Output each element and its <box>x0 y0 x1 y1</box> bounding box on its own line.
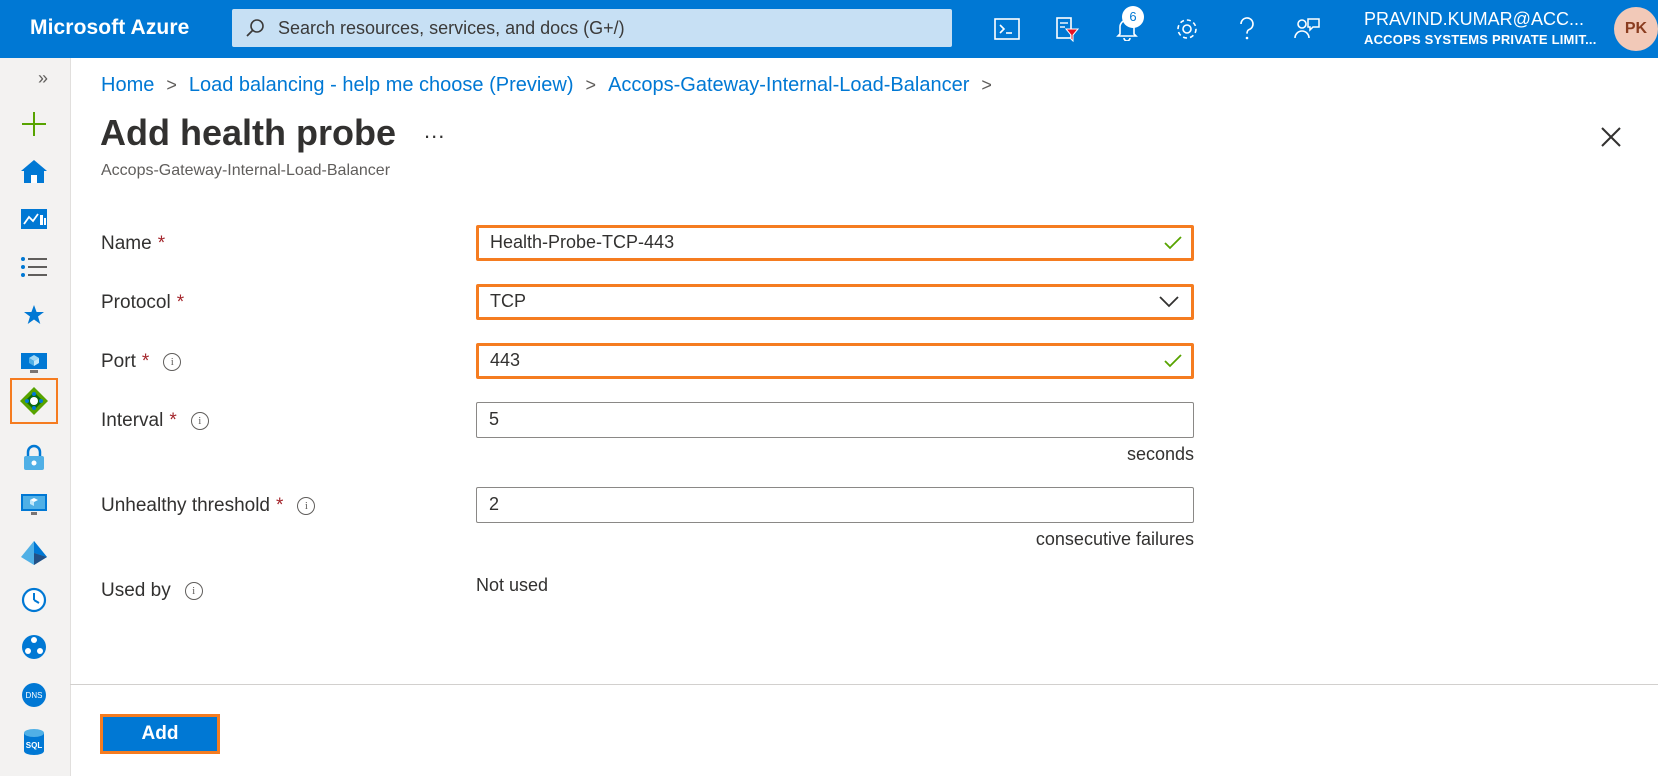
avatar[interactable]: PK <box>1614 7 1658 51</box>
required-marker: * <box>169 410 177 431</box>
port-label-text: Port <box>101 351 136 372</box>
create-resource-icon[interactable] <box>10 102 58 146</box>
check-icon <box>1163 351 1183 376</box>
azure-ad-icon[interactable] <box>10 531 58 575</box>
all-services-icon[interactable] <box>10 245 58 289</box>
user-org: ACCOPS SYSTEMS PRIVATE LIMIT... <box>1364 32 1597 47</box>
required-marker: * <box>157 233 166 254</box>
close-icon[interactable] <box>1598 124 1624 150</box>
threshold-input[interactable]: 2 <box>476 487 1194 523</box>
breadcrumb-home[interactable]: Home <box>101 74 154 96</box>
port-value: 443 <box>490 350 521 370</box>
directory-filter-icon[interactable] <box>1050 12 1084 46</box>
protocol-label: Protocol * <box>101 292 184 314</box>
help-icon[interactable] <box>1230 12 1264 46</box>
clock-icon[interactable] <box>10 578 58 622</box>
required-marker: * <box>176 292 185 313</box>
breadcrumb-separator: > <box>166 75 177 95</box>
check-icon <box>1163 233 1183 258</box>
network-icon[interactable] <box>10 625 58 669</box>
interval-value: 5 <box>489 409 500 429</box>
interval-label: Interval * i <box>101 410 209 432</box>
search-placeholder: Search resources, services, and docs (G+… <box>278 18 625 38</box>
breadcrumb-load-balancing[interactable]: Load balancing - help me choose (Preview… <box>189 74 574 96</box>
footer-divider <box>70 684 1658 685</box>
home-icon[interactable] <box>10 149 58 193</box>
interval-unit: seconds <box>1126 444 1194 464</box>
expand-menu-icon[interactable]: » <box>38 68 48 89</box>
name-label-text: Name <box>101 233 152 254</box>
dns-icon[interactable]: DNS <box>10 673 58 717</box>
breadcrumb-separator: > <box>981 75 992 95</box>
add-button[interactable]: Add <box>100 714 220 754</box>
protocol-label-text: Protocol <box>101 292 171 313</box>
sql-icon[interactable]: SQL <box>10 720 58 764</box>
threshold-value: 2 <box>489 494 500 514</box>
threshold-label-text: Unhealthy threshold <box>101 495 270 516</box>
protocol-value: TCP <box>490 291 526 311</box>
used-by-label-text: Used by <box>101 580 171 601</box>
gear-icon[interactable] <box>1170 12 1204 46</box>
search-box[interactable]: Search resources, services, and docs (G+… <box>232 9 952 47</box>
brand-title[interactable]: Microsoft Azure <box>30 16 189 40</box>
threshold-label: Unhealthy threshold * i <box>101 495 316 517</box>
used-by-value: Not used <box>476 575 549 595</box>
more-options-button[interactable]: ... <box>424 118 445 144</box>
breadcrumb: Home > Load balancing - help me choose (Pr… <box>101 74 1004 97</box>
search-icon <box>244 17 266 44</box>
name-value: Health-Probe-TCP-443 <box>490 232 675 252</box>
feedback-icon[interactable] <box>1290 12 1324 46</box>
info-icon[interactable]: i <box>297 497 316 515</box>
interval-label-text: Interval <box>101 410 164 431</box>
top-bar: Microsoft Azure Search resources, servic… <box>0 0 1658 58</box>
port-label: Port * i <box>101 351 182 373</box>
breadcrumb-separator: > <box>585 75 597 95</box>
virtual-desktop-icon[interactable] <box>10 483 58 527</box>
protocol-dropdown[interactable]: TCP <box>476 284 1194 320</box>
breadcrumb-load-balancer[interactable]: Accops-Gateway-Internal-Load-Balancer <box>608 74 969 96</box>
info-icon[interactable]: i <box>184 582 203 600</box>
required-marker: * <box>141 351 150 372</box>
favorites-star-icon[interactable] <box>10 293 58 337</box>
page-title: Add health probe <box>100 112 396 153</box>
interval-input[interactable]: 5 <box>476 402 1194 438</box>
page-subtitle: Accops-Gateway-Internal-Load-Balancer <box>101 162 391 179</box>
required-marker: * <box>276 495 284 516</box>
dns-label: DNS <box>26 691 43 700</box>
user-email: PRAVIND.KUMAR@ACC... <box>1364 9 1584 29</box>
notification-badge: 6 <box>1122 6 1144 28</box>
account-menu[interactable]: PRAVIND.KUMAR@ACC... ACCOPS SYSTEMS PRIV… <box>1364 8 1597 50</box>
port-input[interactable]: 443 <box>476 343 1194 379</box>
left-rail: » DNS SQL <box>0 58 71 776</box>
name-input[interactable]: Health-Probe-TCP-443 <box>476 225 1194 261</box>
info-icon[interactable]: i <box>190 412 209 430</box>
key-vault-icon[interactable] <box>10 436 58 480</box>
used-by-label: Used by i <box>101 580 203 602</box>
sql-label: SQL <box>26 741 43 750</box>
name-label: Name * <box>101 233 165 255</box>
info-icon[interactable]: i <box>163 353 182 371</box>
load-balancer-icon[interactable] <box>10 378 58 424</box>
chevron-down-icon <box>1159 295 1179 314</box>
dashboard-icon[interactable] <box>10 197 58 241</box>
cloud-shell-icon[interactable] <box>990 12 1024 46</box>
threshold-unit: consecutive failures <box>1035 529 1194 549</box>
